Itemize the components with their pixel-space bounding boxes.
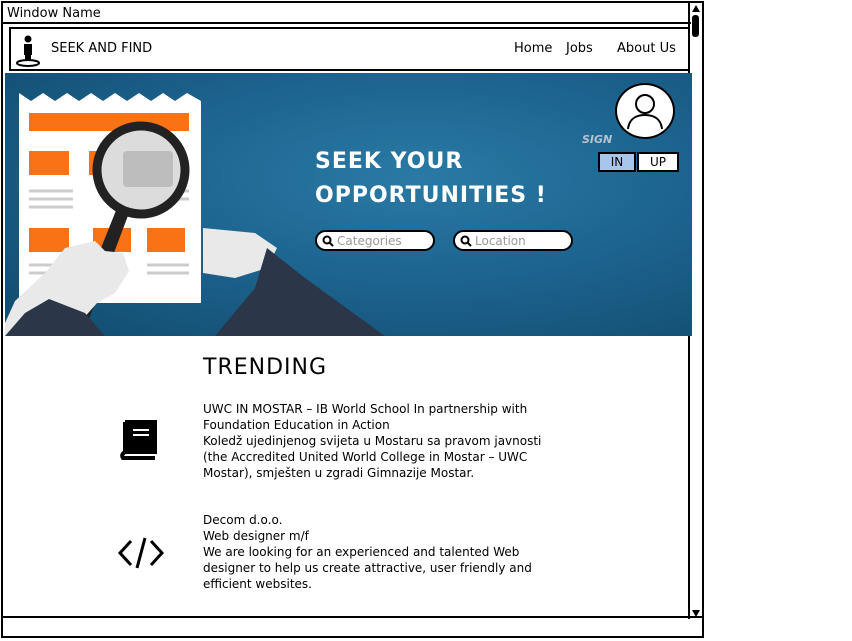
- navbar: SEEK AND FIND Home Jobs About Us: [9, 27, 690, 71]
- trending-item-1-line: (the Accredited United World College in …: [203, 450, 528, 464]
- scroll-thumb[interactable]: [692, 15, 699, 37]
- status-bar: [3, 616, 702, 636]
- trending-item-2[interactable]: Decom d.o.o. Web designer m/f We are loo…: [203, 512, 543, 592]
- trending-item-1-line: UWC IN MOSTAR – IB World School In partn…: [203, 402, 528, 416]
- categories-search[interactable]: [315, 230, 435, 251]
- location-search[interactable]: [453, 230, 573, 251]
- location-input[interactable]: [475, 233, 565, 248]
- nav-link-home[interactable]: Home: [514, 41, 552, 56]
- trending-item-1-line: Mostar), smješten u zgradi Gimnazije Mos…: [203, 466, 475, 480]
- trending-item-1-line: Koledž ujedinjenog svijeta u Mostaru sa …: [203, 434, 542, 448]
- trending-item-2-line: We are looking for an experienced and ta…: [203, 545, 520, 559]
- trending-item-2-line: Web designer m/f: [203, 529, 309, 543]
- trending-item-2-line: Decom d.o.o.: [203, 513, 283, 527]
- categories-input[interactable]: [337, 233, 427, 248]
- hero-title: SEEK YOUR OPPORTUNITIES !: [315, 145, 547, 213]
- search-icon: [322, 235, 334, 247]
- nav-link-about-us[interactable]: About Us: [617, 41, 676, 56]
- book-icon: [120, 420, 157, 460]
- brand-name[interactable]: SEEK AND FIND: [51, 41, 152, 56]
- trending-item-1-line: Foundation Education in Action: [203, 418, 390, 432]
- scroll-up-icon[interactable]: [692, 5, 700, 12]
- trending-item-1[interactable]: UWC IN MOSTAR – IB World School In partn…: [203, 401, 543, 481]
- trending-heading: TRENDING: [203, 355, 328, 380]
- code-icon: [117, 537, 165, 569]
- hero-title-line1: SEEK YOUR: [315, 149, 464, 174]
- hero-banner: SEEK YOUR OPPORTUNITIES ! SIGN IN: [5, 73, 692, 336]
- browser-window: Window Name SEEK AND FIND Home Jobs Abou…: [1, 1, 704, 638]
- user-avatar-icon[interactable]: [615, 83, 675, 139]
- person-pin-icon: [16, 35, 40, 67]
- search-icon: [460, 235, 472, 247]
- trending-item-2-line: efficient websites.: [203, 577, 312, 591]
- sign-in-button[interactable]: IN: [598, 152, 636, 172]
- hero-title-line2: OPPORTUNITIES !: [315, 183, 547, 208]
- nav-link-jobs[interactable]: Jobs: [566, 41, 593, 56]
- trending-item-2-line: designer to help us create attractive, u…: [203, 561, 532, 575]
- sign-label: SIGN: [582, 133, 613, 146]
- window-title: Window Name: [3, 3, 691, 24]
- sign-up-button[interactable]: UP: [637, 152, 679, 172]
